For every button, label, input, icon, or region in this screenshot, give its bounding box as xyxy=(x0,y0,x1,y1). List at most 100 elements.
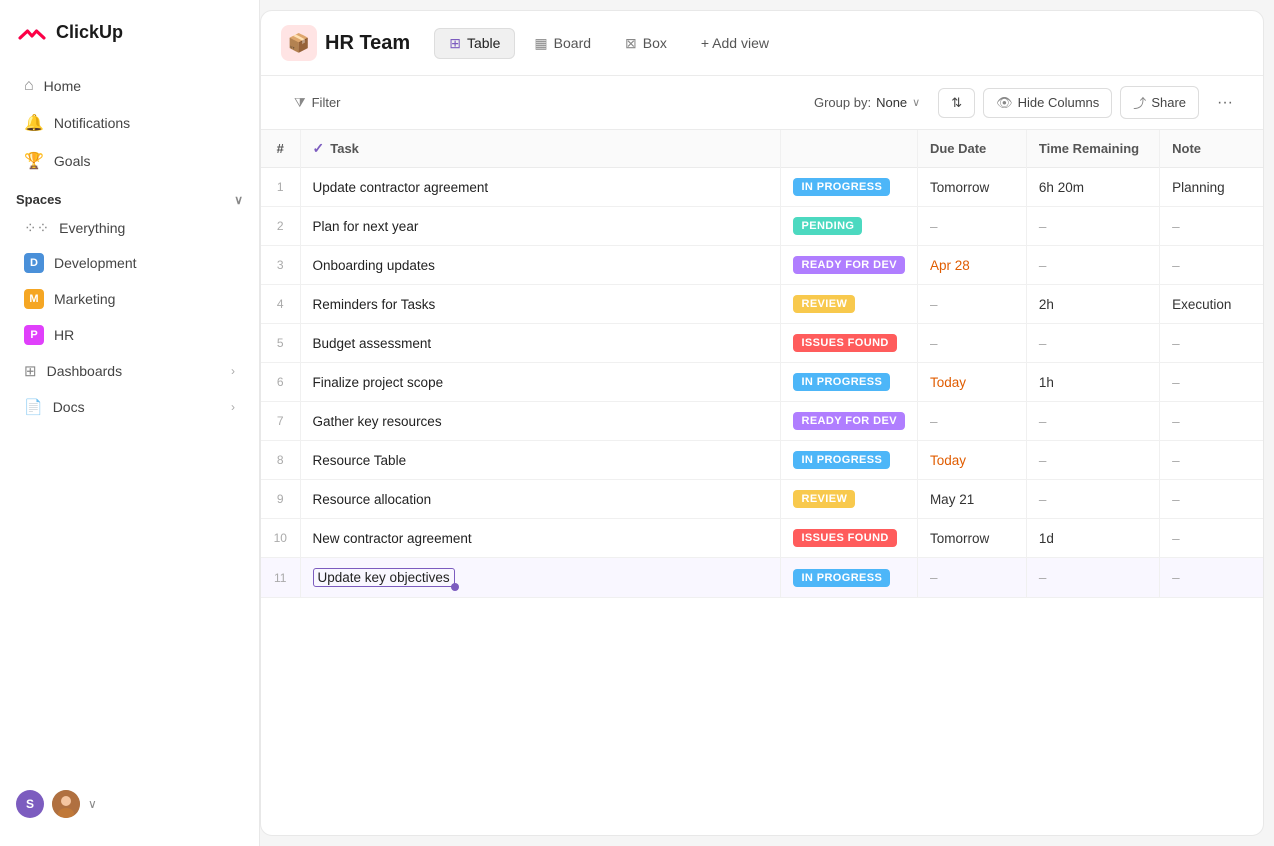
sidebar: ClickUp ⌂ Home 🔔 Notifications 🏆 Goals S… xyxy=(0,0,260,846)
sidebar-item-goals[interactable]: 🏆 Goals xyxy=(8,142,251,180)
cell-due-date: May 21 xyxy=(917,480,1026,519)
cell-due-date: Today xyxy=(917,441,1026,480)
col-time-remaining: Time Remaining xyxy=(1026,130,1159,168)
cell-note: – xyxy=(1160,519,1263,558)
cell-status: ISSUES FOUND xyxy=(781,519,917,558)
cell-status: READY FOR DEV xyxy=(781,402,917,441)
table-row[interactable]: 6Finalize project scopeIN PROGRESSToday1… xyxy=(261,363,1263,402)
cell-due-date: – xyxy=(917,207,1026,246)
table-row[interactable]: 3Onboarding updatesREADY FOR DEVApr 28–– xyxy=(261,246,1263,285)
col-task-label: Task xyxy=(330,141,359,156)
sidebar-item-marketing[interactable]: M Marketing xyxy=(8,281,251,317)
cell-note: – xyxy=(1160,558,1263,598)
table-row[interactable]: 4Reminders for TasksREVIEW–2hExecution xyxy=(261,285,1263,324)
cell-time-remaining: 1d xyxy=(1026,519,1159,558)
cell-time-remaining: – xyxy=(1026,441,1159,480)
bell-icon: 🔔 xyxy=(24,113,44,133)
marketing-avatar: M xyxy=(24,289,44,309)
table-row[interactable]: 5Budget assessmentISSUES FOUND––– xyxy=(261,324,1263,363)
cell-note: – xyxy=(1160,207,1263,246)
table-header-row: # ✓ Task Due Date Time Remaining Note xyxy=(261,130,1263,168)
cell-num: 9 xyxy=(261,480,300,519)
table-row[interactable]: 11Update key objectivesIN PROGRESS––– xyxy=(261,558,1263,598)
check-icon: ✓ xyxy=(313,140,325,157)
more-options-button[interactable]: ··· xyxy=(1207,88,1243,118)
sidebar-item-notifications[interactable]: 🔔 Notifications xyxy=(8,104,251,142)
table-row[interactable]: 7Gather key resourcesREADY FOR DEV––– xyxy=(261,402,1263,441)
col-due-date: Due Date xyxy=(917,130,1026,168)
cell-task: New contractor agreement xyxy=(300,519,781,558)
hide-columns-button[interactable]: 👁 Hide Columns xyxy=(983,88,1112,118)
table-body: 1Update contractor agreementIN PROGRESST… xyxy=(261,168,1263,598)
cell-note: – xyxy=(1160,480,1263,519)
tab-board[interactable]: ▦ Board xyxy=(519,28,606,59)
cell-note: Execution xyxy=(1160,285,1263,324)
tab-box[interactable]: ⊠ Box xyxy=(610,28,682,59)
spaces-label: Spaces xyxy=(16,192,62,207)
sidebar-item-docs[interactable]: 📄 Docs › xyxy=(8,389,251,425)
docs-chevron-icon: › xyxy=(231,400,235,414)
user-area[interactable]: S ∨ xyxy=(0,778,259,830)
cell-note: – xyxy=(1160,246,1263,285)
cell-due-date: – xyxy=(917,285,1026,324)
user-chevron-icon[interactable]: ∨ xyxy=(88,797,97,811)
logo-area[interactable]: ClickUp xyxy=(0,16,259,68)
sidebar-item-development[interactable]: D Development xyxy=(8,245,251,281)
sidebar-item-dashboards[interactable]: ⊞ Dashboards › xyxy=(8,353,251,389)
cell-status: IN PROGRESS xyxy=(781,441,917,480)
toolbar-right: Group by: None ∨ ⇅ 👁 Hide Columns ⤴ Shar… xyxy=(804,86,1243,119)
goals-icon: 🏆 xyxy=(24,151,44,171)
box-tab-label: Box xyxy=(643,35,667,51)
table-container: # ✓ Task Due Date Time Remaining Note 1U… xyxy=(261,130,1263,835)
home-icon: ⌂ xyxy=(24,77,34,95)
resize-handle[interactable] xyxy=(451,583,459,591)
cell-note: – xyxy=(1160,324,1263,363)
cell-due-date: – xyxy=(917,324,1026,363)
table-row[interactable]: 8Resource TableIN PROGRESSToday–– xyxy=(261,441,1263,480)
table-row[interactable]: 2Plan for next yearPENDING––– xyxy=(261,207,1263,246)
cell-task: Onboarding updates xyxy=(300,246,781,285)
tab-table[interactable]: ⊞ Table xyxy=(434,28,515,59)
development-avatar: D xyxy=(24,253,44,273)
table-row[interactable]: 1Update contractor agreementIN PROGRESST… xyxy=(261,168,1263,207)
col-num: # xyxy=(261,130,300,168)
box-tab-icon: ⊠ xyxy=(625,35,637,52)
groupby-button[interactable]: Group by: None ∨ xyxy=(804,89,930,116)
cell-note: Planning xyxy=(1160,168,1263,207)
table-tab-icon: ⊞ xyxy=(449,35,461,52)
marketing-label: Marketing xyxy=(54,291,115,307)
table-row[interactable]: 9Resource allocationREVIEWMay 21–– xyxy=(261,480,1263,519)
groupby-value: None xyxy=(876,95,907,110)
cell-status: READY FOR DEV xyxy=(781,246,917,285)
share-icon: ⤴ xyxy=(1133,93,1146,112)
sort-button[interactable]: ⇅ xyxy=(938,88,975,118)
filter-icon: ⧩ xyxy=(294,95,306,111)
cell-num: 3 xyxy=(261,246,300,285)
cell-status: PENDING xyxy=(781,207,917,246)
spaces-chevron-icon[interactable]: ∨ xyxy=(234,193,243,207)
cell-num: 5 xyxy=(261,324,300,363)
main-content: 📦 HR Team ⊞ Table ▦ Board ⊠ Box + Add vi… xyxy=(260,10,1264,836)
cell-note: – xyxy=(1160,441,1263,480)
filter-button[interactable]: ⧩ Filter xyxy=(281,88,354,118)
groupby-label: Group by: xyxy=(814,95,871,110)
add-view-button[interactable]: + Add view xyxy=(686,28,784,58)
cell-num: 11 xyxy=(261,558,300,598)
cell-task: Gather key resources xyxy=(300,402,781,441)
sidebar-item-hr[interactable]: P HR xyxy=(8,317,251,353)
cell-time-remaining: – xyxy=(1026,480,1159,519)
sidebar-item-home[interactable]: ⌂ Home xyxy=(8,68,251,104)
app-name: ClickUp xyxy=(56,22,123,43)
dashboards-left: ⊞ Dashboards xyxy=(24,362,122,380)
table-row[interactable]: 10New contractor agreementISSUES FOUNDTo… xyxy=(261,519,1263,558)
topbar: 📦 HR Team ⊞ Table ▦ Board ⊠ Box + Add vi… xyxy=(261,11,1263,76)
cell-note: – xyxy=(1160,402,1263,441)
col-status xyxy=(781,130,917,168)
share-label: Share xyxy=(1151,95,1186,110)
share-button[interactable]: ⤴ Share xyxy=(1120,86,1199,119)
cell-status: IN PROGRESS xyxy=(781,363,917,402)
sidebar-item-everything[interactable]: ⁘⁘ Everything xyxy=(8,211,251,245)
cell-num: 7 xyxy=(261,402,300,441)
cell-status: IN PROGRESS xyxy=(781,558,917,598)
cell-num: 1 xyxy=(261,168,300,207)
